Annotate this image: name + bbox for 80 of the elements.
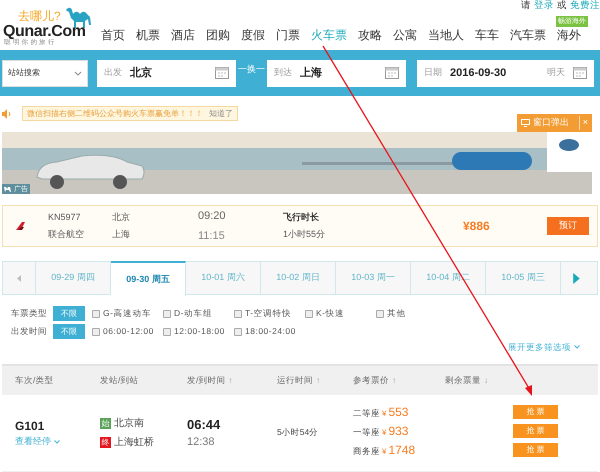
- camel-icon: [4, 186, 12, 192]
- seat-class: 商务座: [353, 444, 380, 458]
- filter-label: 车票类型: [11, 307, 48, 320]
- currency-sign: ¥: [382, 446, 386, 458]
- flight-info: KN5977: [48, 211, 82, 224]
- flight-info: 11:15: [198, 228, 226, 244]
- flight-info: 北京: [112, 211, 131, 224]
- user-link[interactable]: 免费注: [570, 0, 600, 12]
- seat-class: 一等座: [353, 426, 380, 438]
- filter-checkbox[interactable]: 06:00-12:00: [92, 325, 163, 338]
- logo-text: Qunar.Com: [3, 24, 86, 40]
- station-name: 北京南: [114, 416, 144, 431]
- departure-field[interactable]: 出发 北京: [97, 60, 236, 86]
- user-link[interactable]: 登录: [534, 0, 554, 12]
- chevron-down-icon: [54, 440, 60, 444]
- user-text: 请: [521, 0, 531, 12]
- nav-link[interactable]: 公寓: [393, 26, 417, 44]
- speaker-icon: [2, 108, 12, 118]
- filter-label: 出发时间: [11, 325, 48, 338]
- airline-logo-icon: [16, 222, 26, 230]
- filter-checkbox[interactable]: 其他: [376, 307, 436, 320]
- flight-price: ¥886: [463, 218, 491, 235]
- calendar-icon: [573, 67, 587, 79]
- duration-text: 5小时54分: [277, 426, 320, 440]
- nav-link[interactable]: 机票: [136, 26, 160, 44]
- chevron-down-icon: [574, 345, 580, 350]
- logo-slogan: 去哪儿?: [18, 10, 61, 22]
- column-header[interactable]: 运行时间: [277, 374, 313, 387]
- nav-link[interactable]: 汽车票: [510, 26, 546, 44]
- nav-link[interactable]: 当地人: [428, 26, 464, 44]
- calendar-icon: [385, 67, 399, 79]
- nav-link[interactable]: 火车票: [311, 26, 347, 44]
- monitor-icon: [521, 119, 530, 127]
- departure-time: 06:44: [187, 416, 222, 434]
- train-number: G101: [15, 418, 46, 435]
- nav-link[interactable]: 海外: [557, 28, 581, 42]
- column-header[interactable]: 剩余票量: [445, 374, 481, 387]
- date-tab[interactable]: 09-30 周五: [111, 261, 186, 296]
- arrival-time: 12:38: [187, 435, 216, 450]
- nav-link[interactable]: 团购: [206, 26, 230, 44]
- calendar-icon: [215, 67, 229, 79]
- filter-checkbox[interactable]: D-动车组: [163, 307, 234, 320]
- filter-checkbox[interactable]: T-空调特快: [234, 307, 305, 320]
- arrival-field[interactable]: 到达 上海: [267, 60, 406, 86]
- filter-checkbox[interactable]: 12:00-18:00: [163, 325, 234, 338]
- filter-checkbox[interactable]: 18:00-24:00: [234, 325, 305, 338]
- search-mode-select[interactable]: 站站搜索: [2, 60, 88, 86]
- seat-price: 933: [388, 422, 408, 440]
- user-text: 或: [557, 0, 567, 12]
- column-header[interactable]: 车次/类型: [15, 374, 54, 387]
- station-name: 上海虹桥: [114, 436, 154, 450]
- flight-info: 飞行时长: [283, 211, 320, 224]
- sort-arrow[interactable]: ↑: [228, 374, 233, 387]
- filter-checkbox[interactable]: G-高速动车: [92, 307, 163, 320]
- filter-checkbox[interactable]: K-快速: [305, 307, 376, 320]
- flight-info: 09:20: [198, 209, 227, 224]
- currency-sign: ¥: [382, 408, 386, 420]
- seat-class: 二等座: [353, 406, 380, 420]
- nav-link[interactable]: 酒店: [171, 26, 195, 44]
- flight-info: 上海: [112, 228, 131, 240]
- nav-link[interactable]: 车车: [475, 26, 499, 44]
- seat-price: 553: [388, 404, 408, 421]
- nav-link[interactable]: 攻略: [358, 26, 382, 44]
- flight-info: 联合航空: [48, 228, 85, 240]
- chevron-down-icon: [74, 70, 82, 76]
- station-tag: 始: [100, 418, 111, 429]
- book-button[interactable]: 预订: [547, 217, 589, 235]
- column-header[interactable]: 发站/到站: [100, 374, 138, 387]
- notice-text: 微信扫描右侧二维码公众号购火车票赢免单！！！: [27, 108, 203, 120]
- nav-link[interactable]: 度假: [241, 26, 265, 44]
- column-header[interactable]: 发/到时间: [187, 374, 226, 387]
- station-tag: 终: [100, 436, 111, 448]
- nav-link[interactable]: 门票: [276, 26, 300, 44]
- dismiss-link[interactable]: 知道了: [209, 108, 233, 120]
- currency-sign: ¥: [382, 426, 386, 439]
- flight-info: 1小时55分: [283, 228, 326, 240]
- nav-link[interactable]: 首页: [101, 26, 125, 44]
- seat-price: 1748: [388, 442, 416, 459]
- column-header[interactable]: 参考票价: [353, 374, 389, 387]
- date-field[interactable]: 日期 2016-09-30 明天: [417, 60, 594, 86]
